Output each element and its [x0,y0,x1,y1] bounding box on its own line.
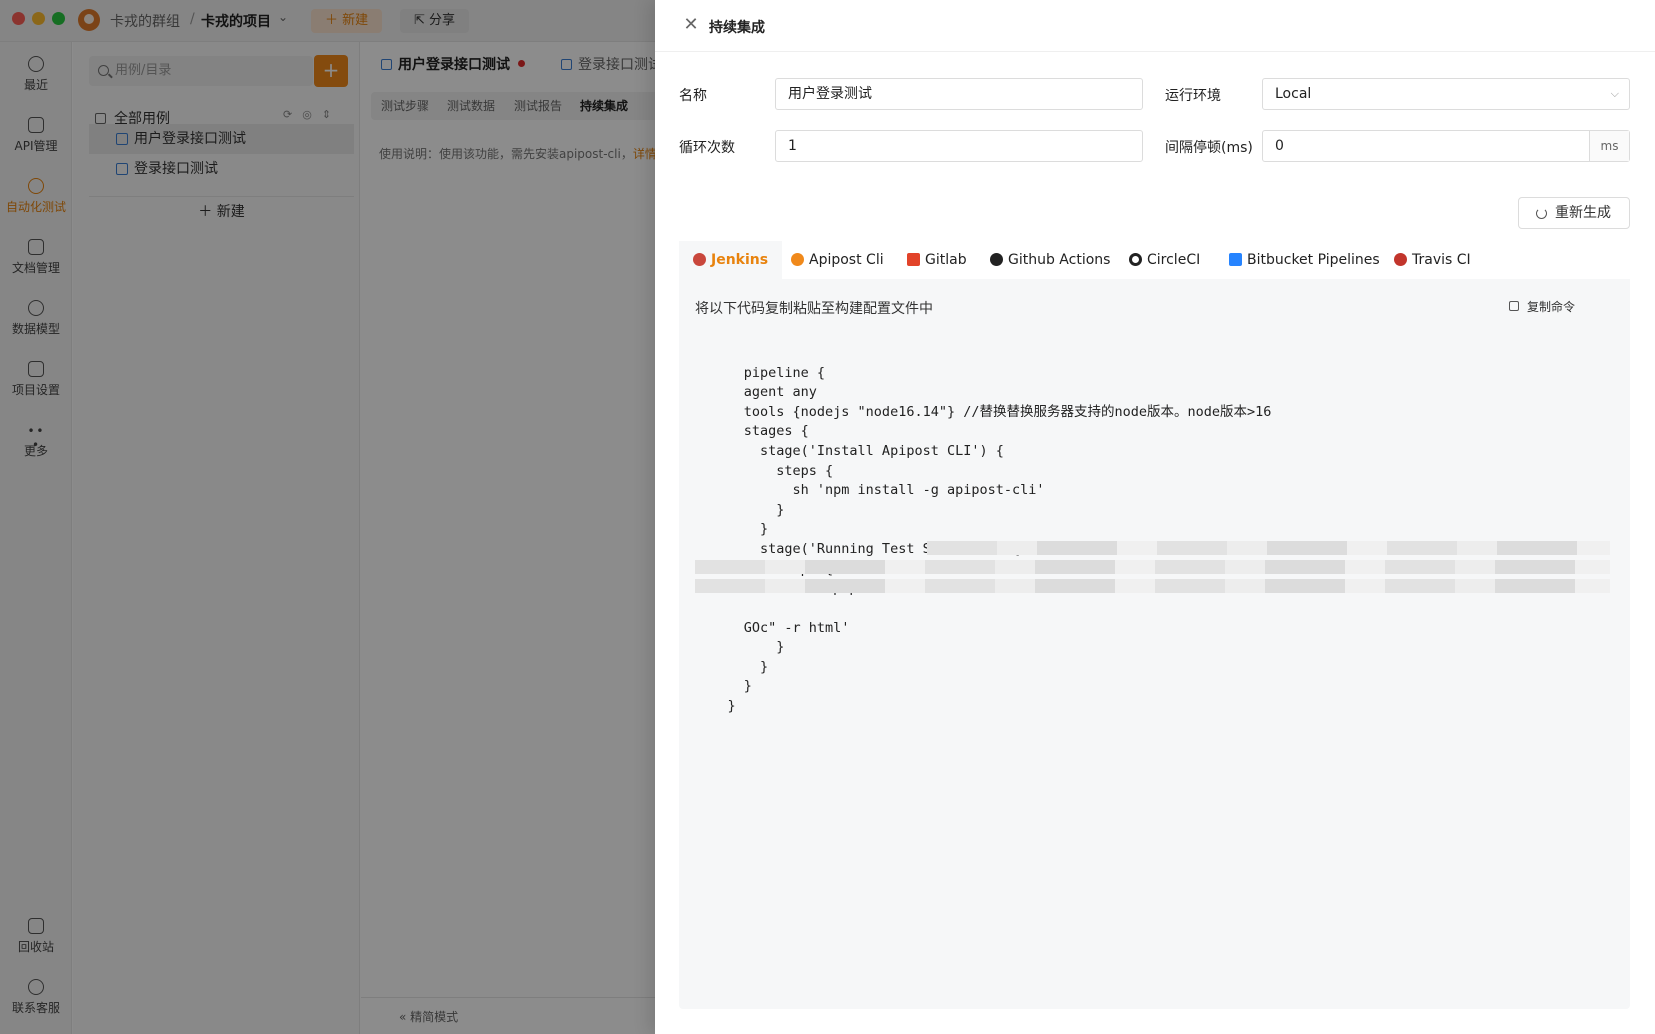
redacted-token [695,579,1610,593]
copy-command-button[interactable]: 复制命令 [1507,298,1575,315]
tab-jenkins[interactable]: Jenkins [679,241,783,279]
tab-bitbucket-pipelines[interactable]: Bitbucket Pipelines [1215,241,1394,279]
circleci-icon [1129,253,1142,266]
tab-apipost-cli[interactable]: Apipost Cli [777,241,898,279]
copy-icon [1509,301,1519,311]
github-icon [990,253,1003,266]
loop-count-field[interactable]: 1 [775,130,1143,162]
apipost-icon [791,253,804,266]
regenerate-button[interactable]: 重新生成 [1518,197,1630,229]
interval-value: 0 [1275,138,1284,154]
ci-tab-label: Jenkins [711,252,769,268]
ci-tab-label: Apipost Cli [809,252,884,268]
tab-gitlab[interactable]: Gitlab [893,241,981,279]
name-field[interactable]: 用户登录测试 [775,78,1143,110]
code-caption: 将以下代码复制粘贴至构建配置文件中 [695,301,933,317]
name-label: 名称 [679,88,707,104]
redacted-token [927,541,1610,555]
copy-label: 复制命令 [1527,300,1576,314]
interval-field[interactable]: 0 ms [1262,130,1630,162]
modal-backdrop[interactable] [0,0,655,1034]
pipeline-code[interactable]: pipeline { agent any tools {nodejs "node… [695,344,1610,618]
tab-travis-ci[interactable]: Travis CI [1380,241,1485,279]
close-icon[interactable]: ✕ [682,16,700,34]
jenkins-icon [693,253,706,266]
code-after-redaction: GOc" -r html' } } } } [727,619,850,714]
env-select[interactable]: Local ⌵ [1262,78,1630,110]
ci-tab-label: CircleCI [1147,252,1201,268]
interval-unit: ms [1589,131,1629,161]
ci-tabs: Jenkins Apipost Cli Gitlab Github Action… [679,241,1630,279]
regenerate-label: 重新生成 [1555,205,1611,221]
bitbucket-icon [1229,253,1242,266]
ci-drawer: ✕ 持续集成 名称 用户登录测试 运行环境 Local ⌵ 循环次数 1 间隔停… [655,0,1655,1034]
code-panel: 将以下代码复制粘贴至构建配置文件中 复制命令 pipeline { agent … [679,279,1630,1009]
ci-tab-label: Bitbucket Pipelines [1247,252,1380,268]
interval-label: 间隔停顿(ms) [1165,140,1253,156]
redacted-token [695,560,1610,574]
env-label: 运行环境 [1165,88,1221,104]
env-value: Local [1275,86,1312,102]
drawer-title: 持续集成 [709,20,765,36]
tab-circleci[interactable]: CircleCI [1115,241,1214,279]
drawer-header: ✕ 持续集成 [655,0,1655,52]
ci-tab-label: Gitlab [925,252,967,268]
refresh-icon [1536,208,1547,219]
ci-tab-label: Github Actions [1008,252,1111,268]
travis-icon [1394,253,1407,266]
ci-tab-label: Travis CI [1412,252,1471,268]
pipeline-code-tail[interactable]: GOc" -r html' } } } } [695,599,1610,736]
tab-github-actions[interactable]: Github Actions [976,241,1124,279]
chevron-down-icon: ⌵ [1610,87,1619,100]
gitlab-icon [907,253,920,266]
loop-label: 循环次数 [679,140,735,156]
